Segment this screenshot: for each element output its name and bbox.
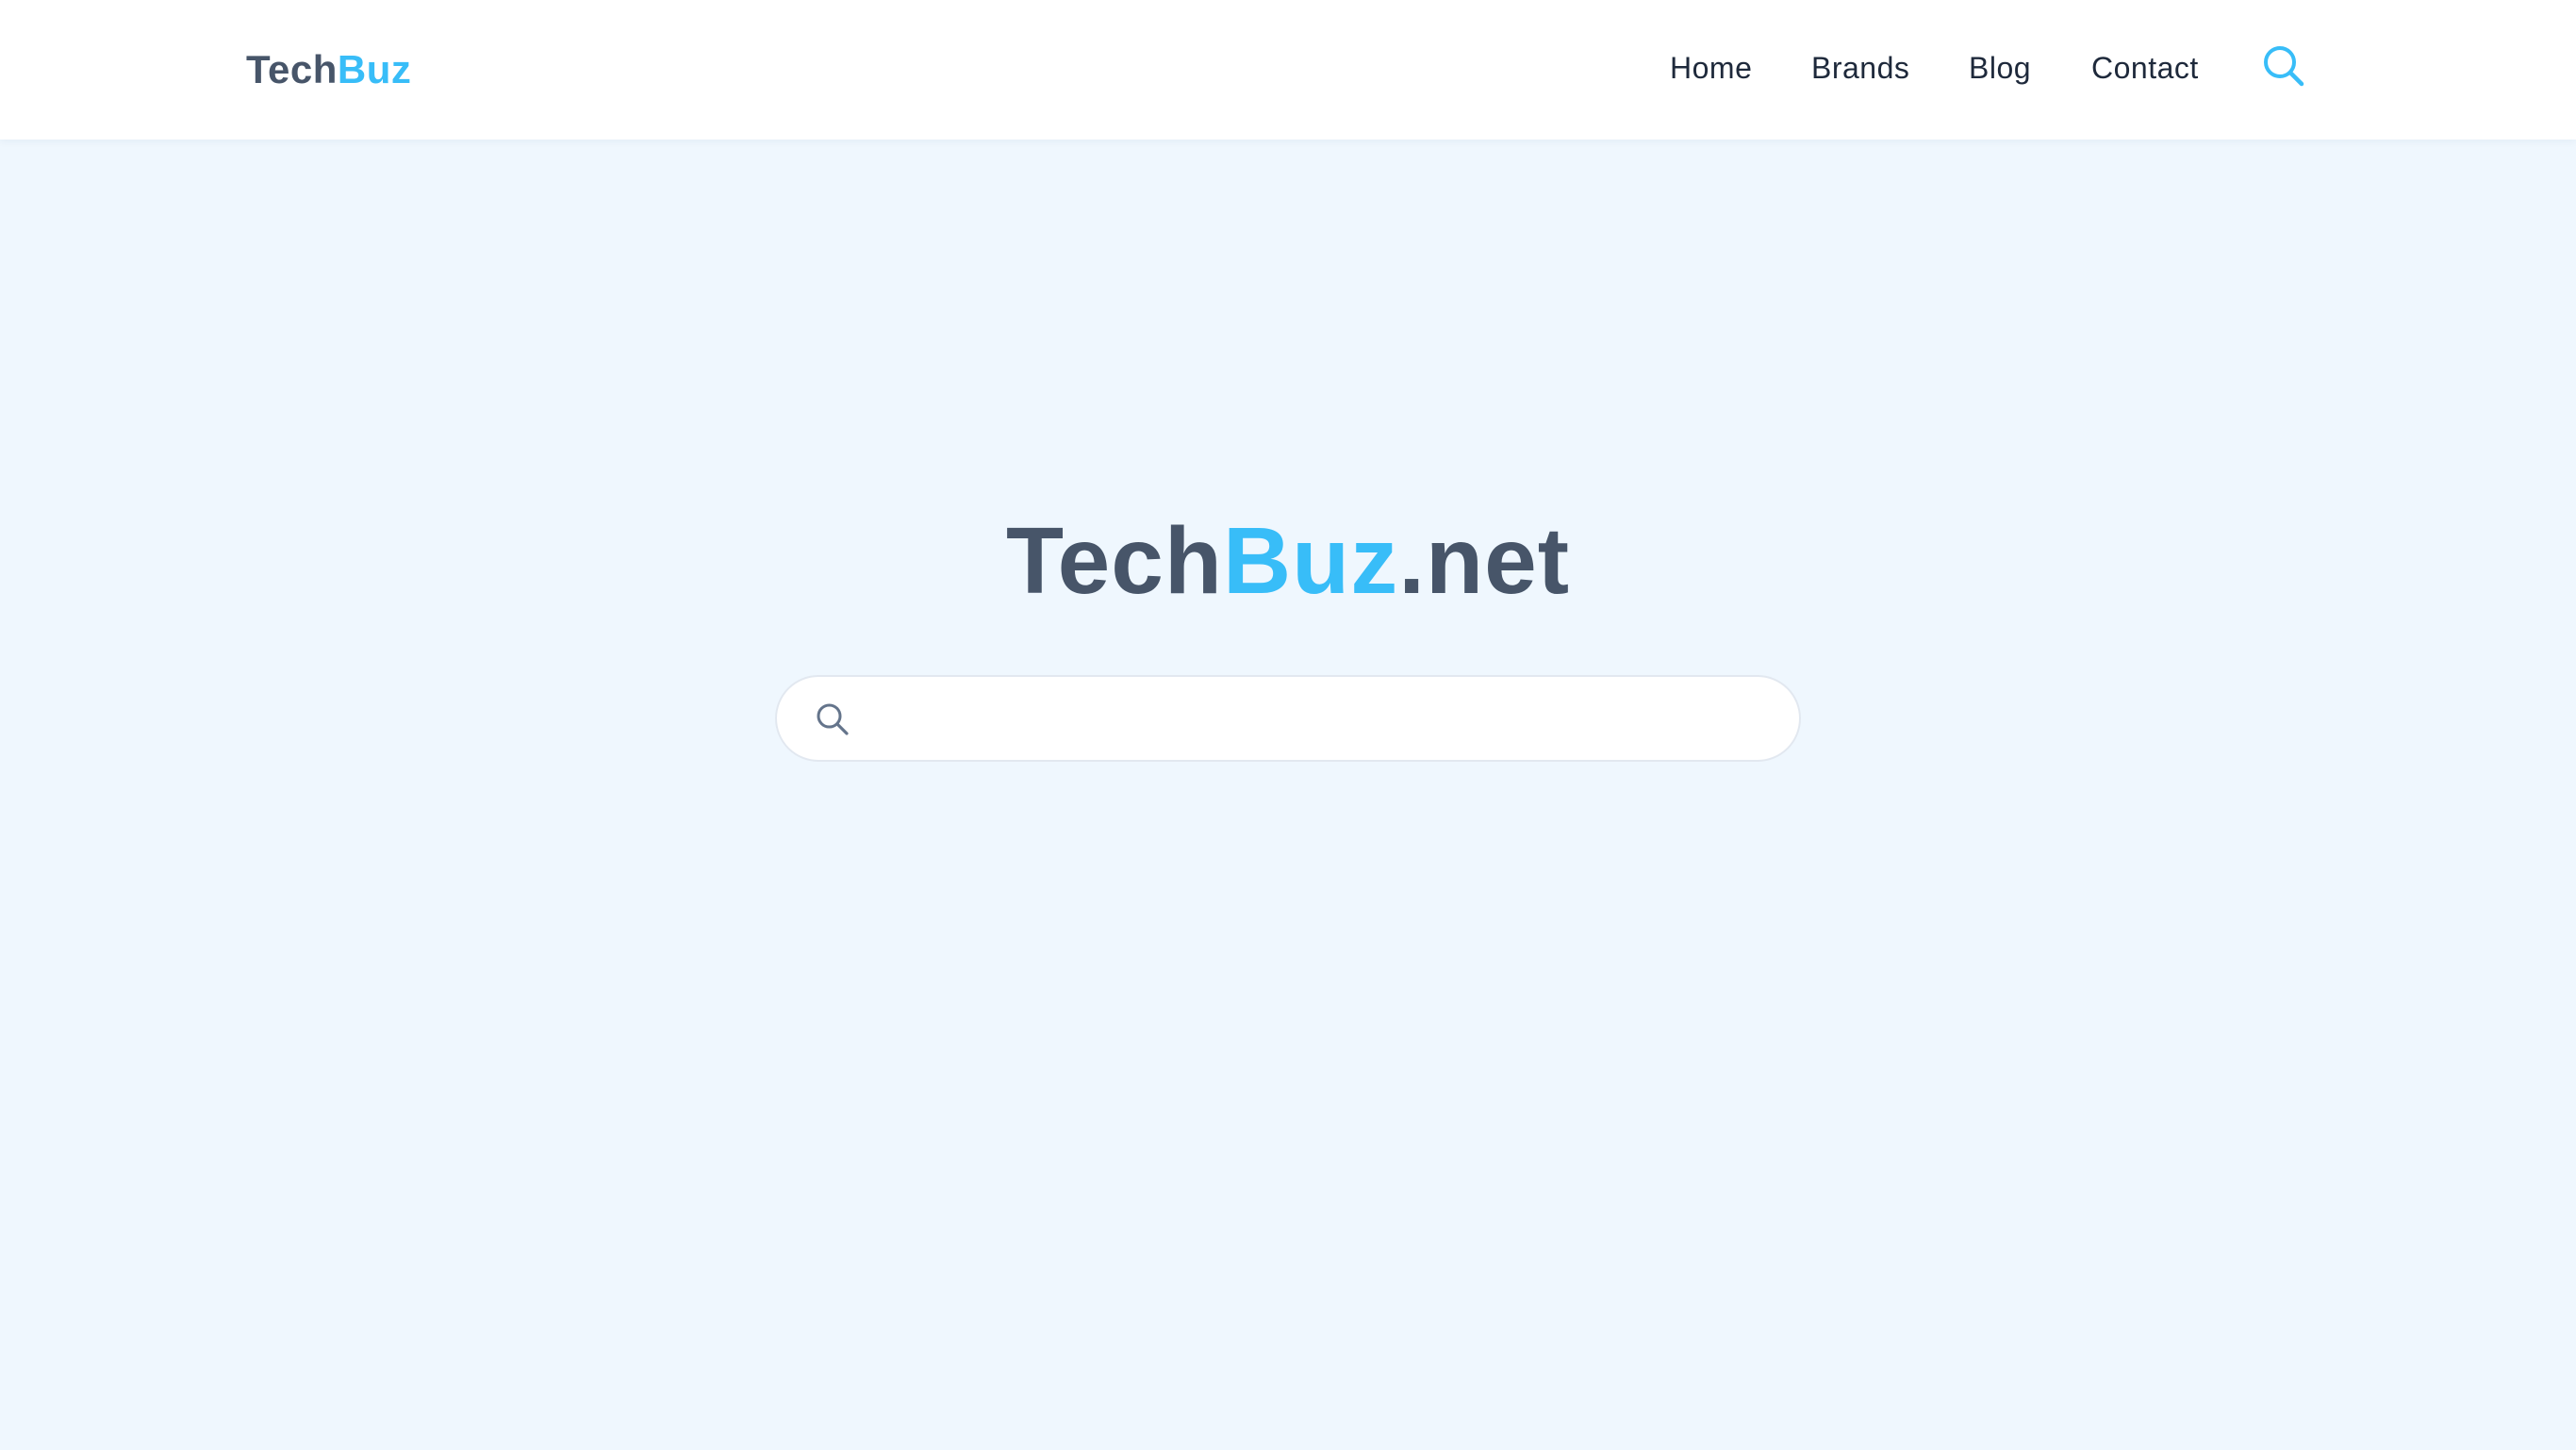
hero-search-box[interactable] [775, 675, 1801, 762]
nav-link-brands[interactable]: Brands [1811, 41, 1909, 94]
nav-link-contact[interactable]: Contact [2091, 41, 2199, 94]
search-icon [2264, 46, 2304, 87]
hero-title: TechBuz.net [0, 500, 2576, 622]
hero-title-tech: Tech [1005, 508, 1223, 614]
hero-title-domain: .net [1398, 508, 1571, 614]
header-search-button[interactable] [2261, 43, 2306, 89]
nav-link-blog[interactable]: Blog [1969, 41, 2031, 94]
search-icon [817, 703, 849, 735]
hero-title-buz: Buz [1222, 508, 1399, 614]
main-nav: Home Brands Blog Contact [0, 0, 2576, 140]
nav-link-home[interactable]: Home [1670, 41, 1752, 94]
site-header: TechBuz Home Brands Blog Contact [0, 0, 2576, 140]
hero-search-input[interactable] [871, 686, 1771, 752]
